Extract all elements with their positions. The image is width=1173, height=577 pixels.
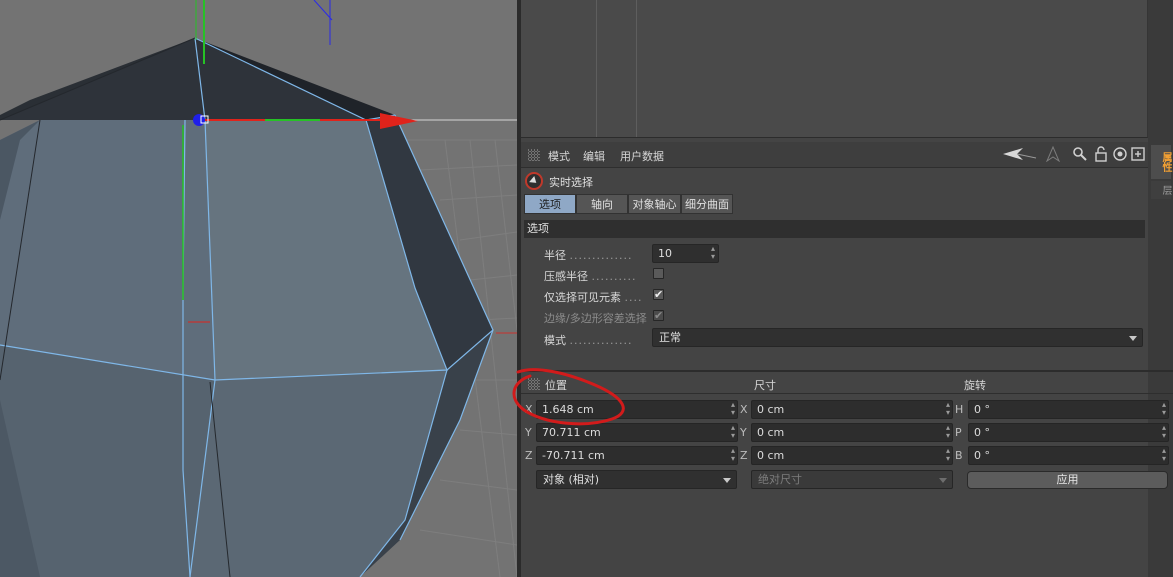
spin-arrows-icon[interactable]: ▴ ▾ bbox=[946, 424, 950, 440]
size-y-input[interactable]: 0 cm ▴ ▾ bbox=[751, 423, 953, 442]
spin-arrows-icon[interactable]: ▴ ▾ bbox=[711, 245, 715, 261]
visible-only-checkbox[interactable]: ✔ bbox=[653, 289, 664, 300]
empty-panel-area bbox=[521, 494, 1148, 577]
3d-viewport[interactable] bbox=[0, 0, 517, 577]
spin-arrows-icon[interactable]: ▴ ▾ bbox=[946, 447, 950, 463]
rotation-p-label: P bbox=[955, 426, 962, 439]
size-column-title: 尺寸 bbox=[754, 379, 776, 392]
tab-subdivision[interactable]: 细分曲面 bbox=[681, 194, 733, 214]
grip-icon[interactable] bbox=[528, 378, 540, 390]
side-tab-layers[interactable]: 层 bbox=[1151, 181, 1171, 199]
size-x-value: 0 cm bbox=[757, 403, 785, 416]
up-arrow-icon[interactable] bbox=[1045, 145, 1061, 163]
arrow-tool-icon[interactable] bbox=[1003, 146, 1037, 162]
mode-dropdown[interactable]: 正常 bbox=[652, 328, 1143, 347]
panel-divider[interactable] bbox=[521, 370, 1173, 372]
size-z-value: 0 cm bbox=[757, 449, 785, 462]
right-panel: 属性 层 模式 编辑 用户数据 实时选择 选项 轴向 对象轴心 细分曲面 选项 … bbox=[521, 0, 1173, 577]
attributes-header: 模式 编辑 用户数据 bbox=[521, 142, 1148, 168]
object-manager[interactable] bbox=[521, 0, 1148, 138]
edge-polygon-tolerance-checkbox[interactable]: ✔ bbox=[653, 310, 664, 321]
menu-mode[interactable]: 模式 bbox=[548, 148, 570, 164]
position-x-label: X bbox=[525, 403, 533, 416]
radius-value: 10 bbox=[658, 247, 672, 260]
size-z-label: Z bbox=[740, 449, 748, 462]
position-x-value: 1.648 cm bbox=[542, 403, 594, 416]
position-x-input[interactable]: 1.648 cm ▴ ▾ bbox=[536, 400, 738, 419]
live-selection-icon bbox=[525, 172, 543, 190]
edge-polygon-tolerance-label: 边缘/多边形容差选择 bbox=[544, 312, 647, 325]
chevron-down-icon bbox=[1129, 336, 1137, 341]
search-icon[interactable] bbox=[1072, 146, 1088, 162]
position-z-input[interactable]: -70.711 cm ▴ ▾ bbox=[536, 446, 738, 465]
tab-axis[interactable]: 轴向 bbox=[576, 194, 628, 214]
apply-button[interactable]: 应用 bbox=[967, 471, 1168, 489]
tool-name: 实时选择 bbox=[549, 176, 593, 189]
section-header-options: 选项 bbox=[524, 220, 1145, 238]
size-y-label: Y bbox=[740, 426, 747, 439]
object-manager-column-divider[interactable] bbox=[596, 0, 597, 137]
new-panel-icon[interactable] bbox=[1130, 146, 1146, 162]
viewport-scene[interactable] bbox=[0, 0, 517, 577]
size-x-input[interactable]: 0 cm ▴ ▾ bbox=[751, 400, 953, 419]
spin-arrows-icon[interactable]: ▴ ▾ bbox=[1162, 401, 1166, 417]
tab-object-axis[interactable]: 对象轴心 bbox=[628, 194, 681, 214]
radius-label: 半径 .............. bbox=[544, 249, 633, 262]
spin-arrows-icon[interactable]: ▴ ▾ bbox=[731, 401, 735, 417]
lock-icon[interactable] bbox=[1093, 146, 1109, 162]
coordinate-mode-dropdown[interactable]: 对象 (相对) bbox=[536, 470, 737, 489]
grip-icon[interactable] bbox=[528, 149, 540, 161]
pressure-radius-label: 压感半径 .......... bbox=[544, 270, 637, 283]
menu-user-data[interactable]: 用户数据 bbox=[620, 148, 664, 164]
object-manager-column-divider[interactable] bbox=[636, 0, 637, 137]
side-tab-bar: 属性 层 bbox=[1148, 0, 1173, 577]
polygon-object[interactable] bbox=[0, 38, 493, 577]
mode-label: 模式 .............. bbox=[544, 334, 633, 347]
size-x-label: X bbox=[740, 403, 748, 416]
spin-arrows-icon[interactable]: ▴ ▾ bbox=[946, 401, 950, 417]
position-column-title: 位置 bbox=[545, 379, 567, 392]
target-icon[interactable] bbox=[1112, 146, 1128, 162]
rotation-h-input[interactable]: 0 ° ▴ ▾ bbox=[968, 400, 1169, 419]
spin-arrows-icon[interactable]: ▴ ▾ bbox=[731, 447, 735, 463]
spin-arrows-icon[interactable]: ▴ ▾ bbox=[1162, 424, 1166, 440]
visible-only-label: 仅选择可见元素 .... bbox=[544, 291, 643, 304]
rotation-b-label: B bbox=[955, 449, 963, 462]
chevron-down-icon bbox=[723, 478, 731, 483]
rotation-p-value: 0 ° bbox=[974, 426, 990, 439]
menu-edit[interactable]: 编辑 bbox=[583, 148, 605, 164]
position-z-value: -70.711 cm bbox=[542, 449, 605, 462]
position-y-input[interactable]: 70.711 cm ▴ ▾ bbox=[536, 423, 738, 442]
mode-value: 正常 bbox=[659, 331, 681, 344]
spin-arrows-icon[interactable]: ▴ ▾ bbox=[731, 424, 735, 440]
pressure-radius-checkbox[interactable] bbox=[653, 268, 664, 279]
rotation-column-title: 旋转 bbox=[964, 379, 986, 392]
position-y-value: 70.711 cm bbox=[542, 426, 601, 439]
size-mode-value: 绝对尺寸 bbox=[758, 473, 802, 486]
size-y-value: 0 cm bbox=[757, 426, 785, 439]
side-tab-attributes[interactable]: 属性 bbox=[1151, 145, 1171, 179]
size-z-input[interactable]: 0 cm ▴ ▾ bbox=[751, 446, 953, 465]
rotation-h-value: 0 ° bbox=[974, 403, 990, 416]
chevron-down-icon bbox=[939, 478, 947, 483]
rotation-b-input[interactable]: 0 ° ▴ ▾ bbox=[968, 446, 1169, 465]
position-y-label: Y bbox=[525, 426, 532, 439]
radius-input[interactable]: 10 ▴ ▾ bbox=[652, 244, 719, 263]
coordinates-header: 位置 尺寸 旋转 bbox=[521, 374, 1173, 394]
rotation-b-value: 0 ° bbox=[974, 449, 990, 462]
size-mode-dropdown[interactable]: 绝对尺寸 bbox=[751, 470, 953, 489]
rotation-h-label: H bbox=[955, 403, 964, 416]
rotation-p-input[interactable]: 0 ° ▴ ▾ bbox=[968, 423, 1169, 442]
active-tool-row: 实时选择 bbox=[521, 170, 1148, 192]
tab-options[interactable]: 选项 bbox=[524, 194, 576, 214]
coordinate-mode-value: 对象 (相对) bbox=[543, 473, 600, 486]
position-z-label: Z bbox=[525, 449, 533, 462]
spin-arrows-icon[interactable]: ▴ ▾ bbox=[1162, 447, 1166, 463]
